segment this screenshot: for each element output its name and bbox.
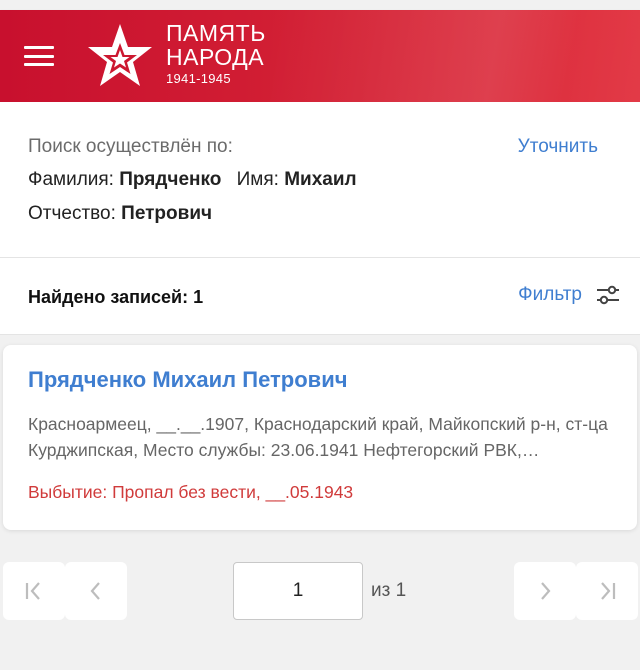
next-page-button[interactable] bbox=[514, 562, 576, 620]
chevron-right-icon bbox=[541, 582, 551, 600]
page-total: из 1 bbox=[371, 580, 407, 601]
prev-page-button[interactable] bbox=[65, 562, 127, 620]
logo-text[interactable]: ПАМЯТЬ НАРОДА 1941-1945 bbox=[166, 21, 266, 86]
page-number-input[interactable] bbox=[233, 562, 363, 620]
surname-label: Фамилия: bbox=[28, 169, 114, 190]
found-count: Найдено записей: 1 bbox=[28, 287, 204, 307]
record-status: Выбытие: Пропал без вести, __.05.1943 bbox=[28, 482, 354, 502]
search-title: Поиск осуществлён по: bbox=[28, 136, 233, 157]
menu-icon[interactable] bbox=[24, 46, 54, 66]
patronymic-value: Петрович bbox=[121, 203, 213, 224]
patronymic-label: Отчество: bbox=[28, 203, 116, 224]
logo-years: 1941-1945 bbox=[166, 71, 231, 86]
chevron-left-icon bbox=[90, 582, 100, 600]
results-summary-bar: Найдено записей: 1 Фильтр bbox=[0, 258, 640, 335]
record-description: Красноармеец, __.__.1907, Краснодарский … bbox=[28, 414, 608, 460]
filter-label: Фильтр bbox=[518, 284, 582, 305]
name-label: Имя: bbox=[236, 169, 279, 190]
criteria-row-names: Фамилия: Прядченко Имя: Михаил bbox=[28, 169, 357, 191]
refine-search-link[interactable]: Уточнить bbox=[518, 136, 598, 158]
last-page-icon bbox=[601, 582, 616, 600]
header-shine bbox=[270, 10, 640, 102]
sliders-icon bbox=[597, 285, 619, 305]
red-star-icon[interactable] bbox=[86, 22, 154, 88]
criteria-row-patronymic: Отчество: Петрович bbox=[28, 203, 212, 225]
first-page-button[interactable] bbox=[3, 562, 65, 620]
logo-line-1: ПАМЯТЬ bbox=[166, 20, 266, 46]
first-page-icon bbox=[25, 582, 40, 600]
filter-button[interactable]: Фильтр bbox=[518, 284, 620, 306]
app-header: ПАМЯТЬ НАРОДА 1941-1945 bbox=[0, 10, 640, 102]
surname-value: Прядченко bbox=[119, 169, 222, 190]
record-card[interactable]: Прядченко Михаил Петрович Красноармеец, … bbox=[3, 345, 637, 530]
name-value: Михаил bbox=[284, 169, 357, 190]
record-name-link[interactable]: Прядченко Михаил Петрович bbox=[28, 367, 348, 393]
logo-line-2: НАРОДА bbox=[166, 44, 265, 70]
last-page-button[interactable] bbox=[576, 562, 638, 620]
search-criteria-panel: Поиск осуществлён по: Уточнить Фамилия: … bbox=[0, 102, 640, 258]
